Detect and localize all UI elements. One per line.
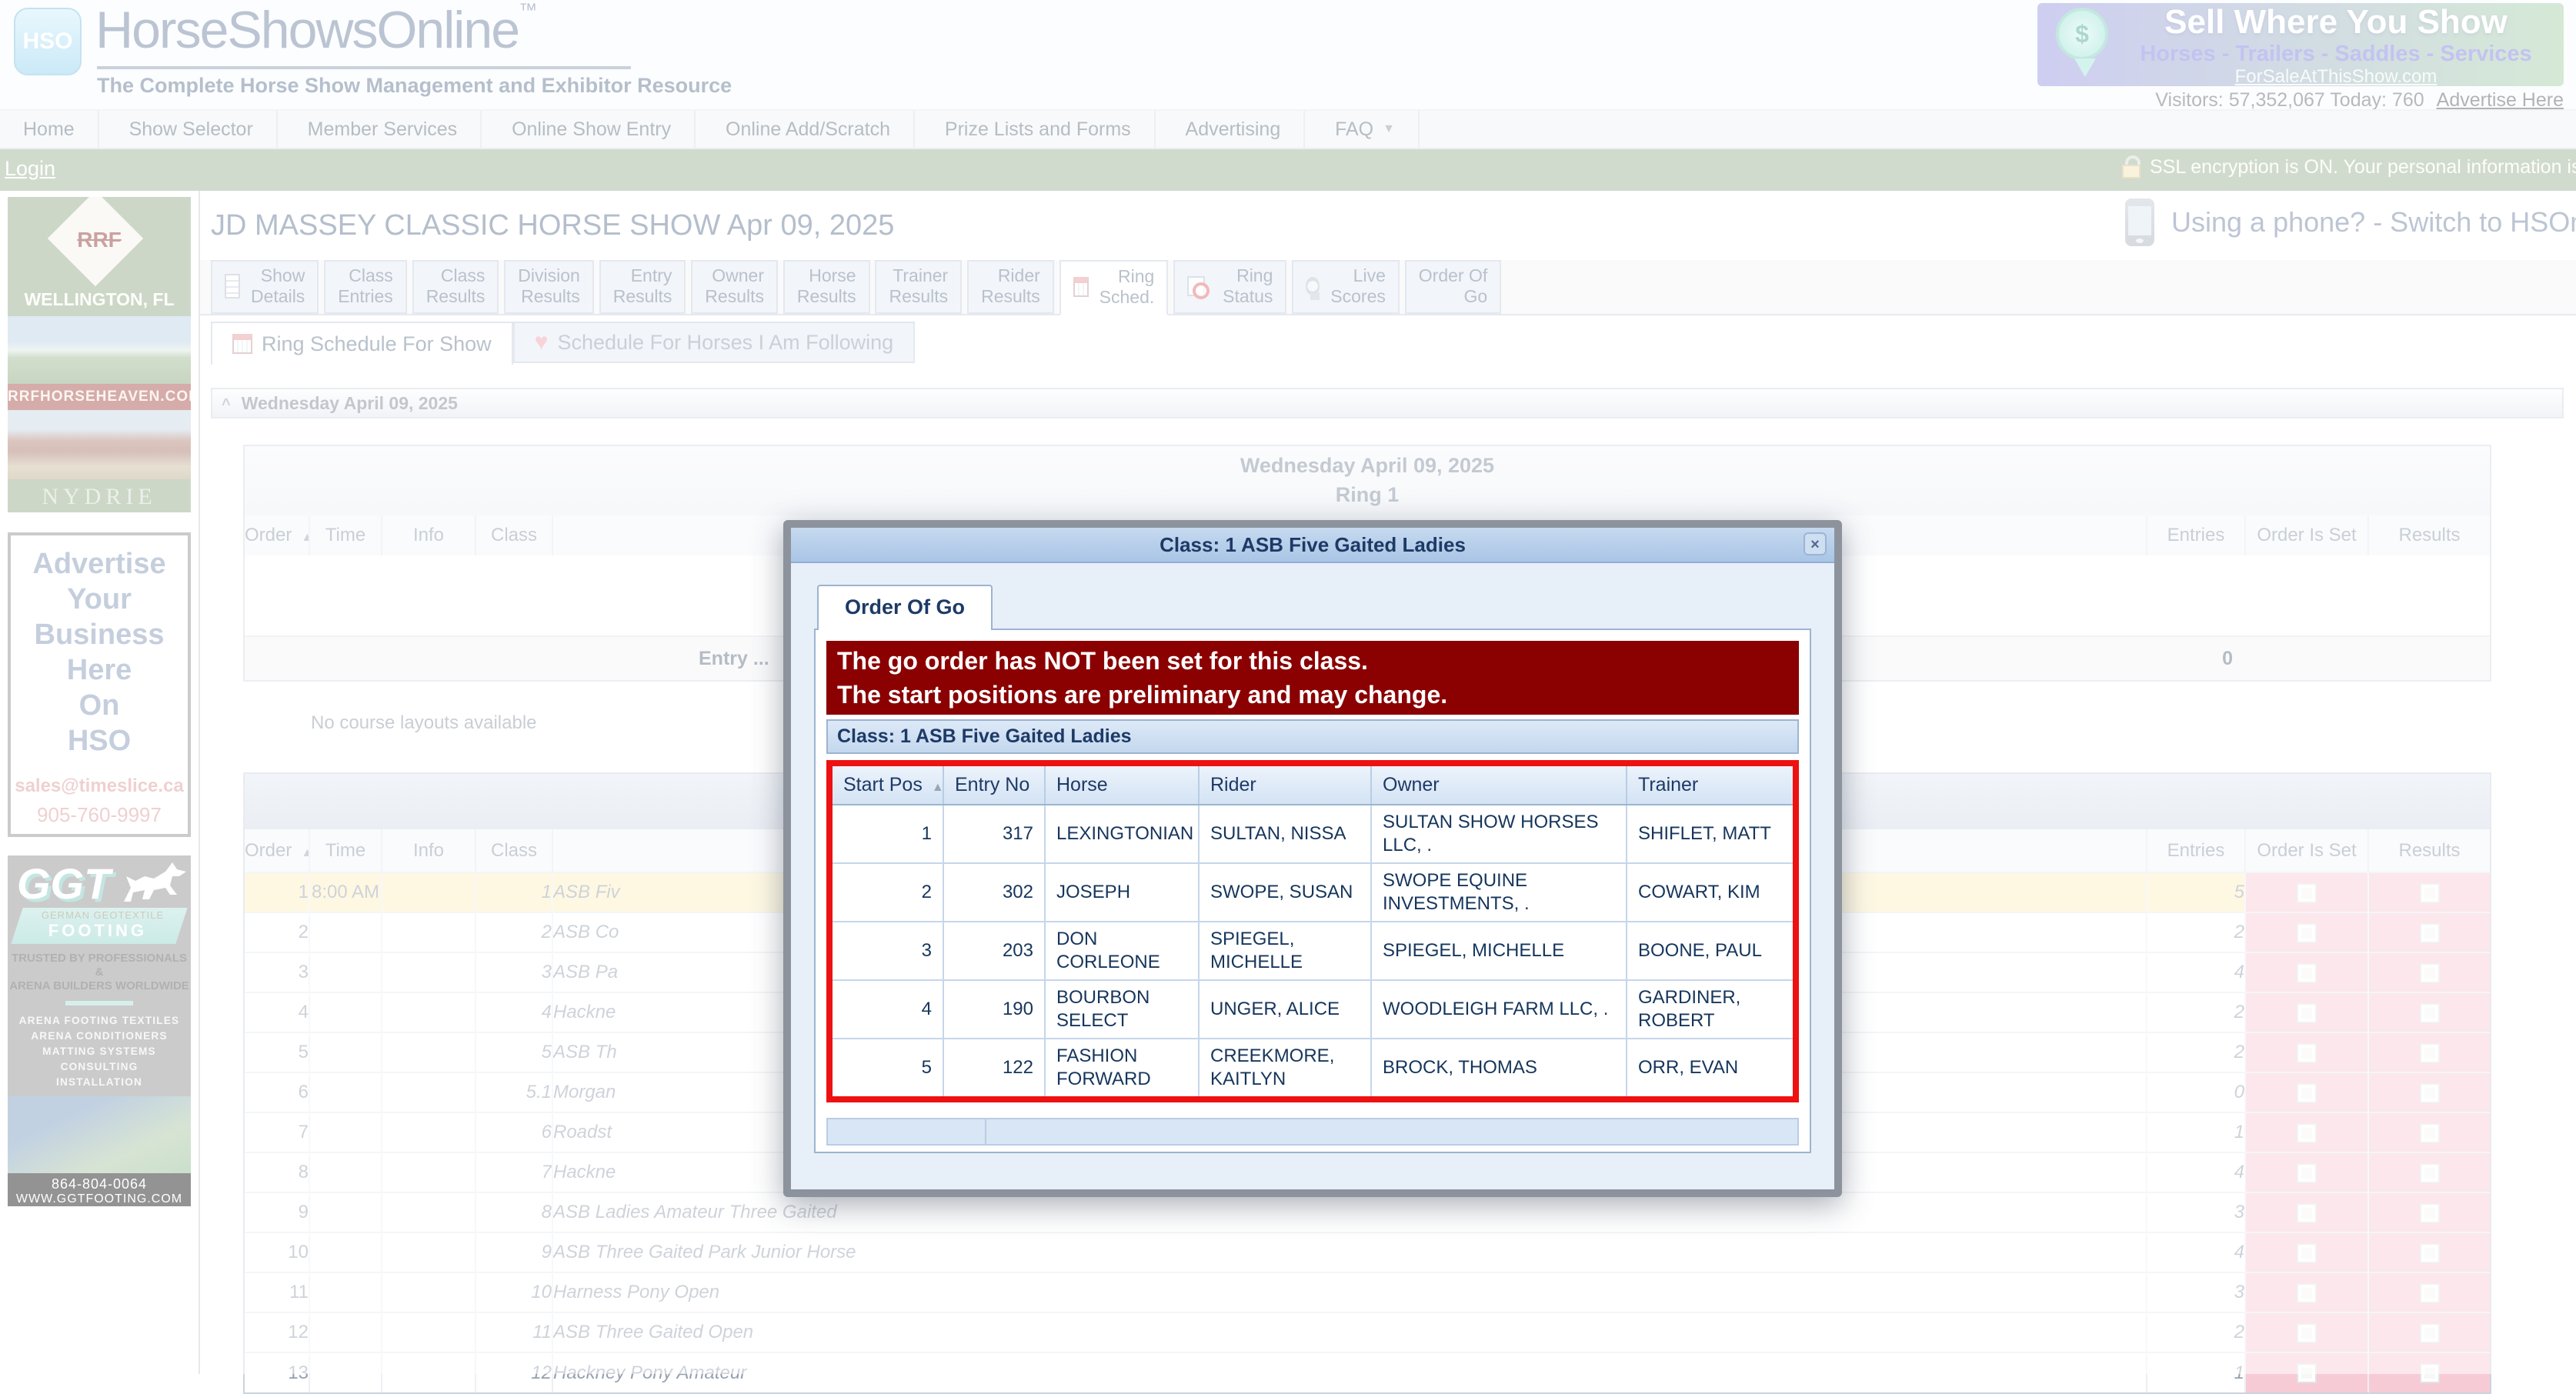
horse-cell: BOURBON SELECT [1045,980,1199,1039]
start-pos-cell: 3 [833,922,943,980]
warning-line1: The go order has NOT been set for this c… [837,644,1788,678]
rider-cell: SPIEGEL, MICHELLE [1199,922,1371,980]
column-label: Start Pos [843,774,923,795]
warning-line2: The start positions are preliminary and … [837,678,1788,712]
column-rider[interactable]: Rider [1199,766,1371,805]
entry-no-cell: 122 [943,1039,1045,1096]
order-of-go-rows: 1 317 LEXINGTONIAN SULTAN, NISSA SULTAN … [833,805,1793,1096]
owner-cell: SULTAN SHOW HORSES LLC, . [1371,805,1627,863]
order-of-go-row[interactable]: 4 190 BOURBON SELECT UNGER, ALICE WOODLE… [833,980,1793,1039]
entry-no-cell: 302 [943,863,1045,922]
owner-cell: WOODLEIGH FARM LLC, . [1371,980,1627,1039]
horse-cell: DON CORLEONE [1045,922,1199,980]
entry-no-cell: 317 [943,805,1045,863]
order-of-go-panel: The go order has NOT been set for this c… [814,629,1811,1153]
dialog-body: Order Of Go The go order has NOT been se… [791,563,1834,1153]
owner-cell: SPIEGEL, MICHELLE [1371,922,1627,980]
order-of-go-row[interactable]: 2 302 JOSEPH SWOPE, SUSAN SWOPE EQUINE I… [833,863,1793,922]
go-order-warning: The go order has NOT been set for this c… [826,641,1799,715]
owner-cell: SWOPE EQUINE INVESTMENTS, . [1371,863,1627,922]
sort-asc-icon: ▲ [932,781,943,794]
column-owner[interactable]: Owner [1371,766,1627,805]
order-of-go-table-highlight: Start Pos ▲ Entry No Horse Rider Owner Tr… [826,760,1799,1102]
class-header-bar: Class: 1 ASB Five Gaited Ladies [826,719,1799,754]
entry-no-cell: 190 [943,980,1045,1039]
column-header-row: Start Pos ▲ Entry No Horse Rider Owner Tr… [833,766,1793,805]
trainer-cell: ORR, EVAN [1627,1039,1793,1096]
start-pos-cell: 2 [833,863,943,922]
column-horse[interactable]: Horse [1045,766,1199,805]
rider-cell: UNGER, ALICE [1199,980,1371,1039]
column-start-pos[interactable]: Start Pos ▲ [833,766,943,805]
dialog-title: Class: 1 ASB Five Gaited Ladies [1160,533,1466,556]
horse-cell: LEXINGTONIAN [1045,805,1199,863]
order-of-go-row[interactable]: 1 317 LEXINGTONIAN SULTAN, NISSA SULTAN … [833,805,1793,863]
rider-cell: SULTAN, NISSA [1199,805,1371,863]
start-pos-cell: 1 [833,805,943,863]
entry-no-cell: 203 [943,922,1045,980]
trainer-cell: COWART, KIM [1627,863,1793,922]
trainer-cell: SHIFLET, MATT [1627,805,1793,863]
tab-order-of-go-dialog[interactable]: Order Of Go [817,585,993,630]
start-pos-cell: 4 [833,980,943,1039]
order-of-go-row[interactable]: 5 122 FASHION FORWARD CREEKMORE, KAITLYN… [833,1039,1793,1096]
dialog-title-bar[interactable]: Class: 1 ASB Five Gaited Ladies × [791,528,1834,563]
owner-cell: BROCK, THOMAS [1371,1039,1627,1096]
column-trainer[interactable]: Trainer [1627,766,1793,805]
close-icon[interactable]: × [1804,532,1827,555]
rider-cell: SWOPE, SUSAN [1199,863,1371,922]
start-pos-cell: 5 [833,1039,943,1096]
order-of-go-table: Start Pos ▲ Entry No Horse Rider Owner Tr… [833,766,1793,1096]
order-of-go-row[interactable]: 3 203 DON CORLEONE SPIEGEL, MICHELLE SPI… [833,922,1793,980]
trainer-cell: BOONE, PAUL [1627,922,1793,980]
trainer-cell: GARDINER, ROBERT [1627,980,1793,1039]
horse-cell: JOSEPH [1045,863,1199,922]
horizontal-scrollbar[interactable] [826,1118,1799,1146]
horse-cell: FASHION FORWARD [1045,1039,1199,1096]
column-entry-no[interactable]: Entry No [943,766,1045,805]
rider-cell: CREEKMORE, KAITLYN [1199,1039,1371,1096]
order-of-go-dialog: Class: 1 ASB Five Gaited Ladies × Order … [783,520,1842,1197]
